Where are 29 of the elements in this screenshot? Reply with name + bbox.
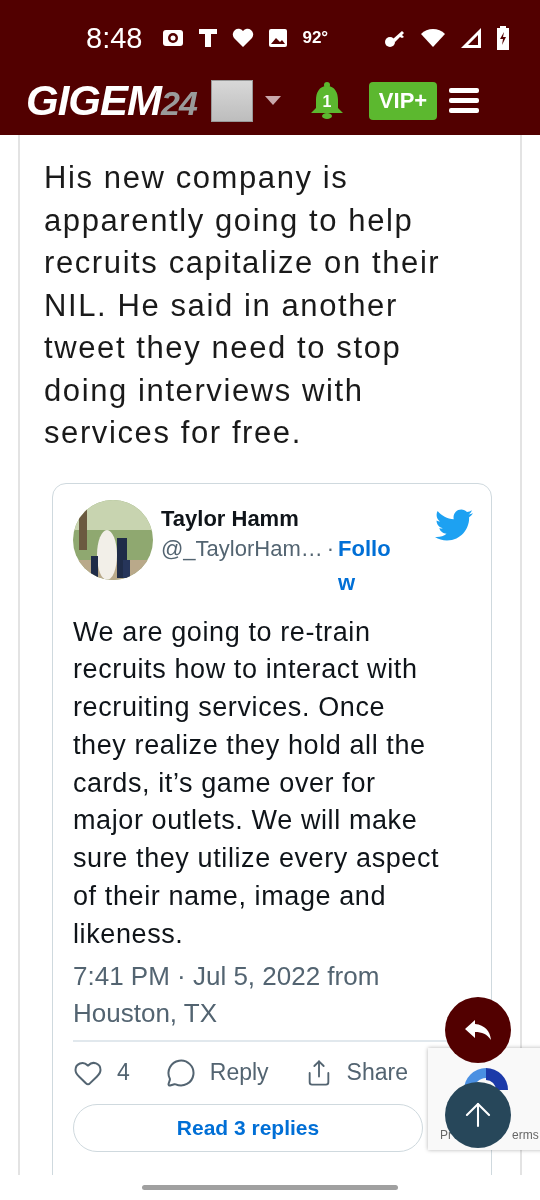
- reply-arrow-icon: [463, 1018, 493, 1042]
- reply-link[interactable]: Reply: [209, 1059, 269, 1087]
- separator-dot: ·: [326, 535, 335, 562]
- read-replies-button[interactable]: Read 3 replies: [73, 1103, 423, 1152]
- camera-icon: [162, 28, 185, 48]
- share-link[interactable]: Share: [346, 1059, 408, 1087]
- status-time: 8:48: [86, 21, 143, 55]
- key-icon: [384, 28, 406, 48]
- temperature: 92°: [302, 28, 329, 48]
- signal-icon: [460, 27, 482, 49]
- terms-link[interactable]: erms: [512, 1128, 539, 1142]
- reply-icon[interactable]: [165, 1057, 196, 1088]
- follow-link[interactable]: Follow: [338, 531, 401, 600]
- tweet-author-handle[interactable]: @_TaylorHam…: [161, 535, 323, 562]
- heart-icon: [232, 28, 255, 48]
- post-text: His new company is apparently going to help recruits capitalize on their NIL. He said in another tweet they need to stop doing interviews with services for free.: [44, 159, 442, 452]
- wifi-icon: [420, 28, 446, 48]
- tweet-text: We are going to re-train recruits how to interact with recruiting services. Once they realize they hold all the cards, it’s game over for major outlets. We will make sure they utilize every aspect of their name, image and likeness.: [73, 615, 441, 951]
- tweet-author-name[interactable]: Taylor Hamm: [161, 505, 427, 532]
- tweet-timestamp[interactable]: 7:41 PM · Jul 5, 2022 from Houston, TX: [73, 957, 413, 1032]
- battery-icon: [496, 26, 510, 50]
- text-icon: [198, 28, 219, 48]
- privacy-link[interactable]: Pr: [440, 1128, 452, 1142]
- menu-icon[interactable]: [449, 88, 480, 114]
- dropdown-caret-icon[interactable]: [264, 96, 281, 106]
- user-avatar[interactable]: [210, 80, 253, 122]
- like-count: 4: [117, 1059, 130, 1087]
- image-icon: [268, 28, 289, 48]
- site-logo[interactable]: GIGEM24: [26, 77, 197, 125]
